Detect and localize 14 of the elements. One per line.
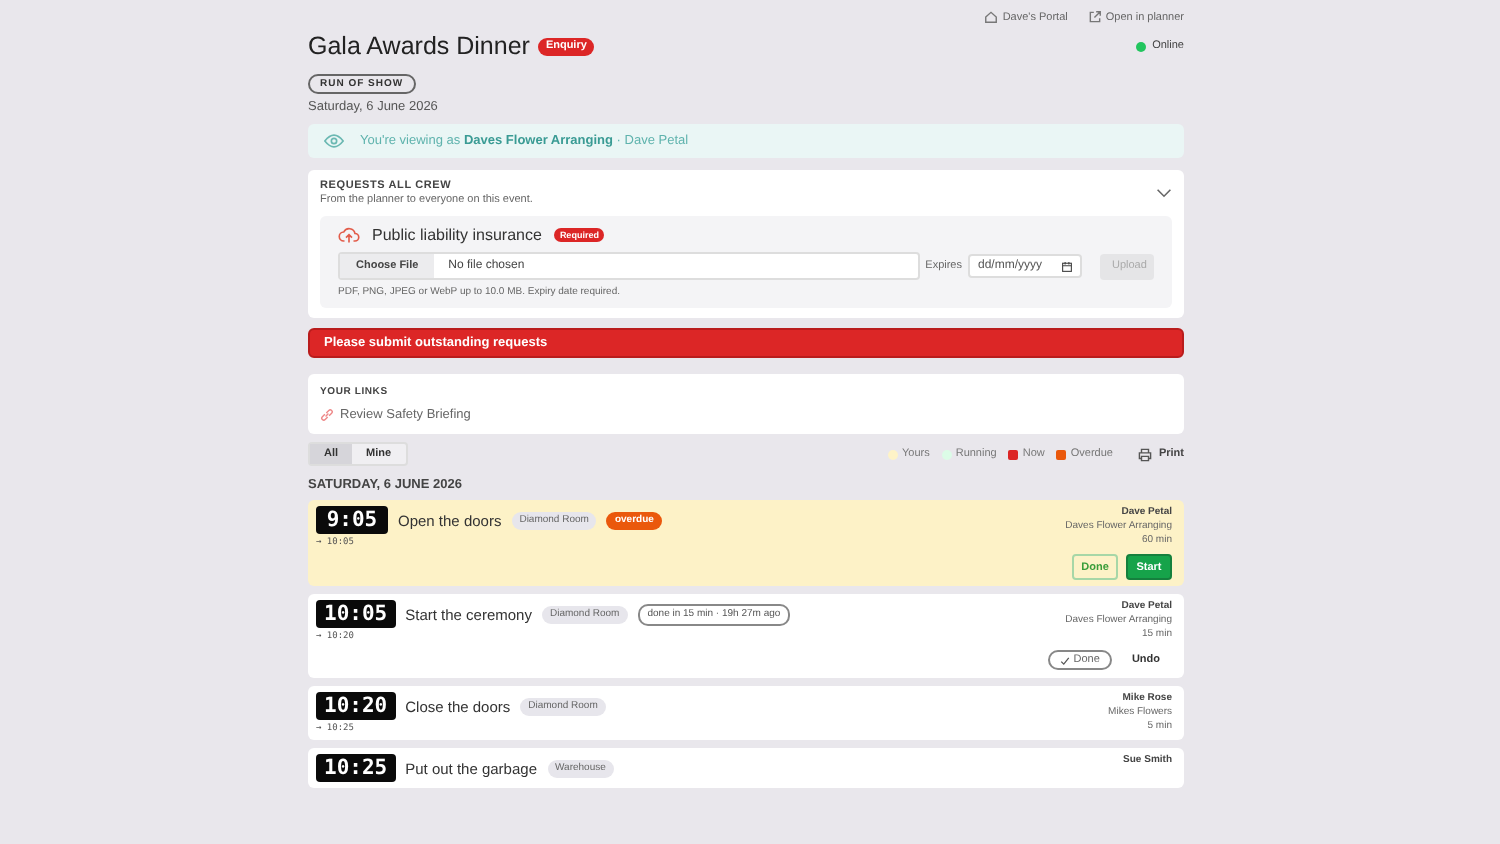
- request-title: Public liability insurance: [372, 226, 542, 244]
- start-time: 10:05: [316, 600, 396, 628]
- start-time: 10:25: [316, 754, 396, 782]
- start-time: 9:05: [316, 506, 388, 534]
- cloud-upload-icon: [338, 226, 360, 244]
- printer-icon: [1138, 447, 1153, 461]
- home-icon: [984, 10, 999, 24]
- calendar-icon: [1062, 261, 1072, 271]
- external-link-icon: [1087, 10, 1102, 24]
- start-time: 10:20: [316, 692, 396, 720]
- event-title: Gala Awards Dinner: [308, 32, 530, 60]
- check-icon: [1059, 655, 1070, 665]
- link-icon: [320, 408, 334, 422]
- eye-icon: [324, 134, 344, 148]
